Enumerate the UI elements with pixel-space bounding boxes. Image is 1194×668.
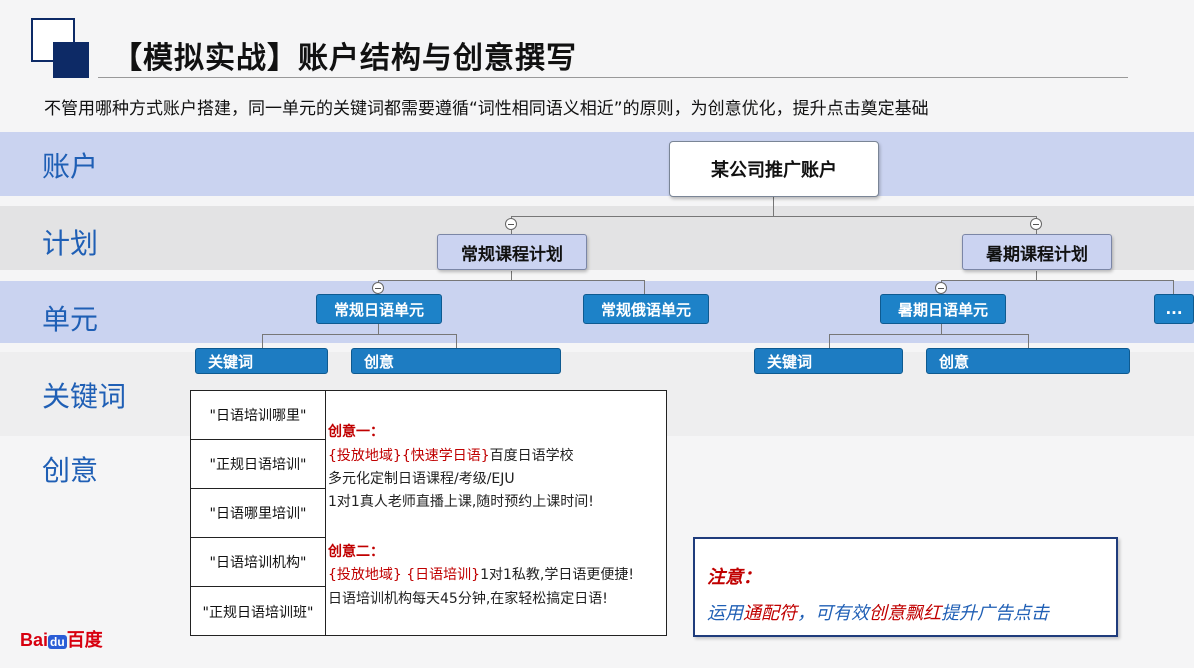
keyword-row: "日语哪里培训" [191, 489, 325, 538]
connector [829, 334, 830, 348]
level-label-account: 账户 [42, 150, 99, 183]
node-unit-summer-japanese[interactable]: 暑期日语单元 [880, 294, 1006, 324]
node-plan-summer[interactable]: 暑期课程计划 [962, 234, 1112, 270]
creative-panel: 创意一： {投放地域}{快速学日语}百度日语学校 多元化定制日语课程/考级/EJ… [326, 390, 667, 636]
connector [644, 280, 645, 294]
note-text-highlight: 通配符 [743, 603, 797, 624]
node-unit-more[interactable]: ... [1154, 294, 1194, 324]
keyword-row: "正规日语培训班" [202, 604, 314, 621]
connector [1036, 271, 1037, 280]
note-text-part: 运用 [707, 603, 743, 624]
note-text: 运用通配符，可有效创意飘红提升广告点击 [707, 599, 1049, 625]
node-account[interactable]: 某公司推广账户 [669, 141, 879, 197]
logo-paw-icon: du [48, 635, 67, 649]
note-text-part: ，可有效 [797, 603, 869, 624]
creative-2-line-1-text: 1对1私教,学日语更便捷! [480, 567, 634, 583]
connector [511, 271, 512, 280]
connector [262, 334, 263, 348]
connector [262, 334, 456, 335]
node-plan-regular[interactable]: 常规课程计划 [437, 234, 587, 270]
page-subtitle: 不管用哪种方式账户搭建，同一单元的关键词都需要遵循“词性相同语义相近”的原则，为… [44, 99, 929, 119]
collapse-toggle-icon[interactable] [372, 282, 384, 294]
keyword-table: "日语培训哪里" "正规日语培训" "日语哪里培训" "日语培训机构" "正规日… [190, 390, 326, 636]
title-divider [98, 77, 1128, 78]
logo-text: Bai [20, 630, 49, 650]
node-unit-regular-russian[interactable]: 常规俄语单元 [583, 294, 709, 324]
level-label-creative: 创意 [42, 454, 99, 487]
title-decoration-fill [53, 42, 89, 78]
creative-2-title: 创意二： [328, 544, 384, 560]
collapse-toggle-icon[interactable] [935, 282, 947, 294]
connector [1028, 334, 1029, 348]
creative-1-title: 创意一： [328, 424, 384, 440]
node-keyword-summer[interactable]: 关键词 [754, 348, 903, 374]
connector [511, 216, 1037, 217]
logo-text-cn: 百度 [66, 630, 103, 650]
connector [829, 334, 1028, 335]
note-text-part: 提升广告点击 [941, 603, 1049, 624]
node-creative-regular[interactable]: 创意 [351, 348, 561, 374]
keyword-row: "日语培训哪里" [191, 391, 325, 440]
connector [941, 324, 942, 334]
connector [378, 280, 645, 281]
level-label-keyword: 关键词 [42, 380, 127, 413]
band-account [0, 132, 1194, 196]
level-label-plan: 计划 [42, 227, 99, 260]
note-title: 注意： [707, 567, 761, 588]
connector [941, 280, 1174, 281]
connector [773, 196, 774, 216]
node-keyword-regular[interactable]: 关键词 [195, 348, 328, 374]
wildcard-region: {投放地域} [328, 448, 402, 464]
creative-2-line-2: 日语培训机构每天45分钟,在家轻松搞定日语! [328, 591, 608, 607]
creative-1-line-1: {投放地域}{快速学日语}百度日语学校 [328, 445, 574, 465]
keyword-row: "日语培训机构" [191, 538, 325, 587]
note-callout: 注意： 运用通配符，可有效创意飘红提升广告点击 [693, 537, 1118, 637]
page-title: 【模拟实战】账户结构与创意撰写 [112, 41, 577, 76]
creative-1-line-2: 多元化定制日语课程/考级/EJU [328, 471, 515, 487]
connector [1173, 280, 1174, 294]
note-text-highlight: 创意飘红 [869, 603, 941, 624]
collapse-toggle-icon[interactable] [505, 218, 517, 230]
collapse-toggle-icon[interactable] [1030, 218, 1042, 230]
baidu-logo: Bai du 百度 [20, 626, 103, 652]
wildcard-keyword: {日语培训} [401, 567, 481, 583]
wildcard-keyword: {快速学日语} [401, 448, 490, 464]
node-creative-summer[interactable]: 创意 [926, 348, 1130, 374]
wildcard-region: {投放地域} [328, 567, 402, 583]
node-unit-regular-japanese[interactable]: 常规日语单元 [316, 294, 442, 324]
keyword-row: "正规日语培训" [191, 440, 325, 489]
creative-2-line-1: {投放地域} {日语培训}1对1私教,学日语更便捷! [328, 564, 634, 584]
creative-1-line-3: 1对1真人老师直播上课,随时预约上课时间! [328, 494, 594, 510]
connector [378, 324, 379, 334]
creative-1-line-1-text: 百度日语学校 [489, 448, 574, 464]
level-label-unit: 单元 [42, 303, 99, 336]
connector [456, 334, 457, 348]
